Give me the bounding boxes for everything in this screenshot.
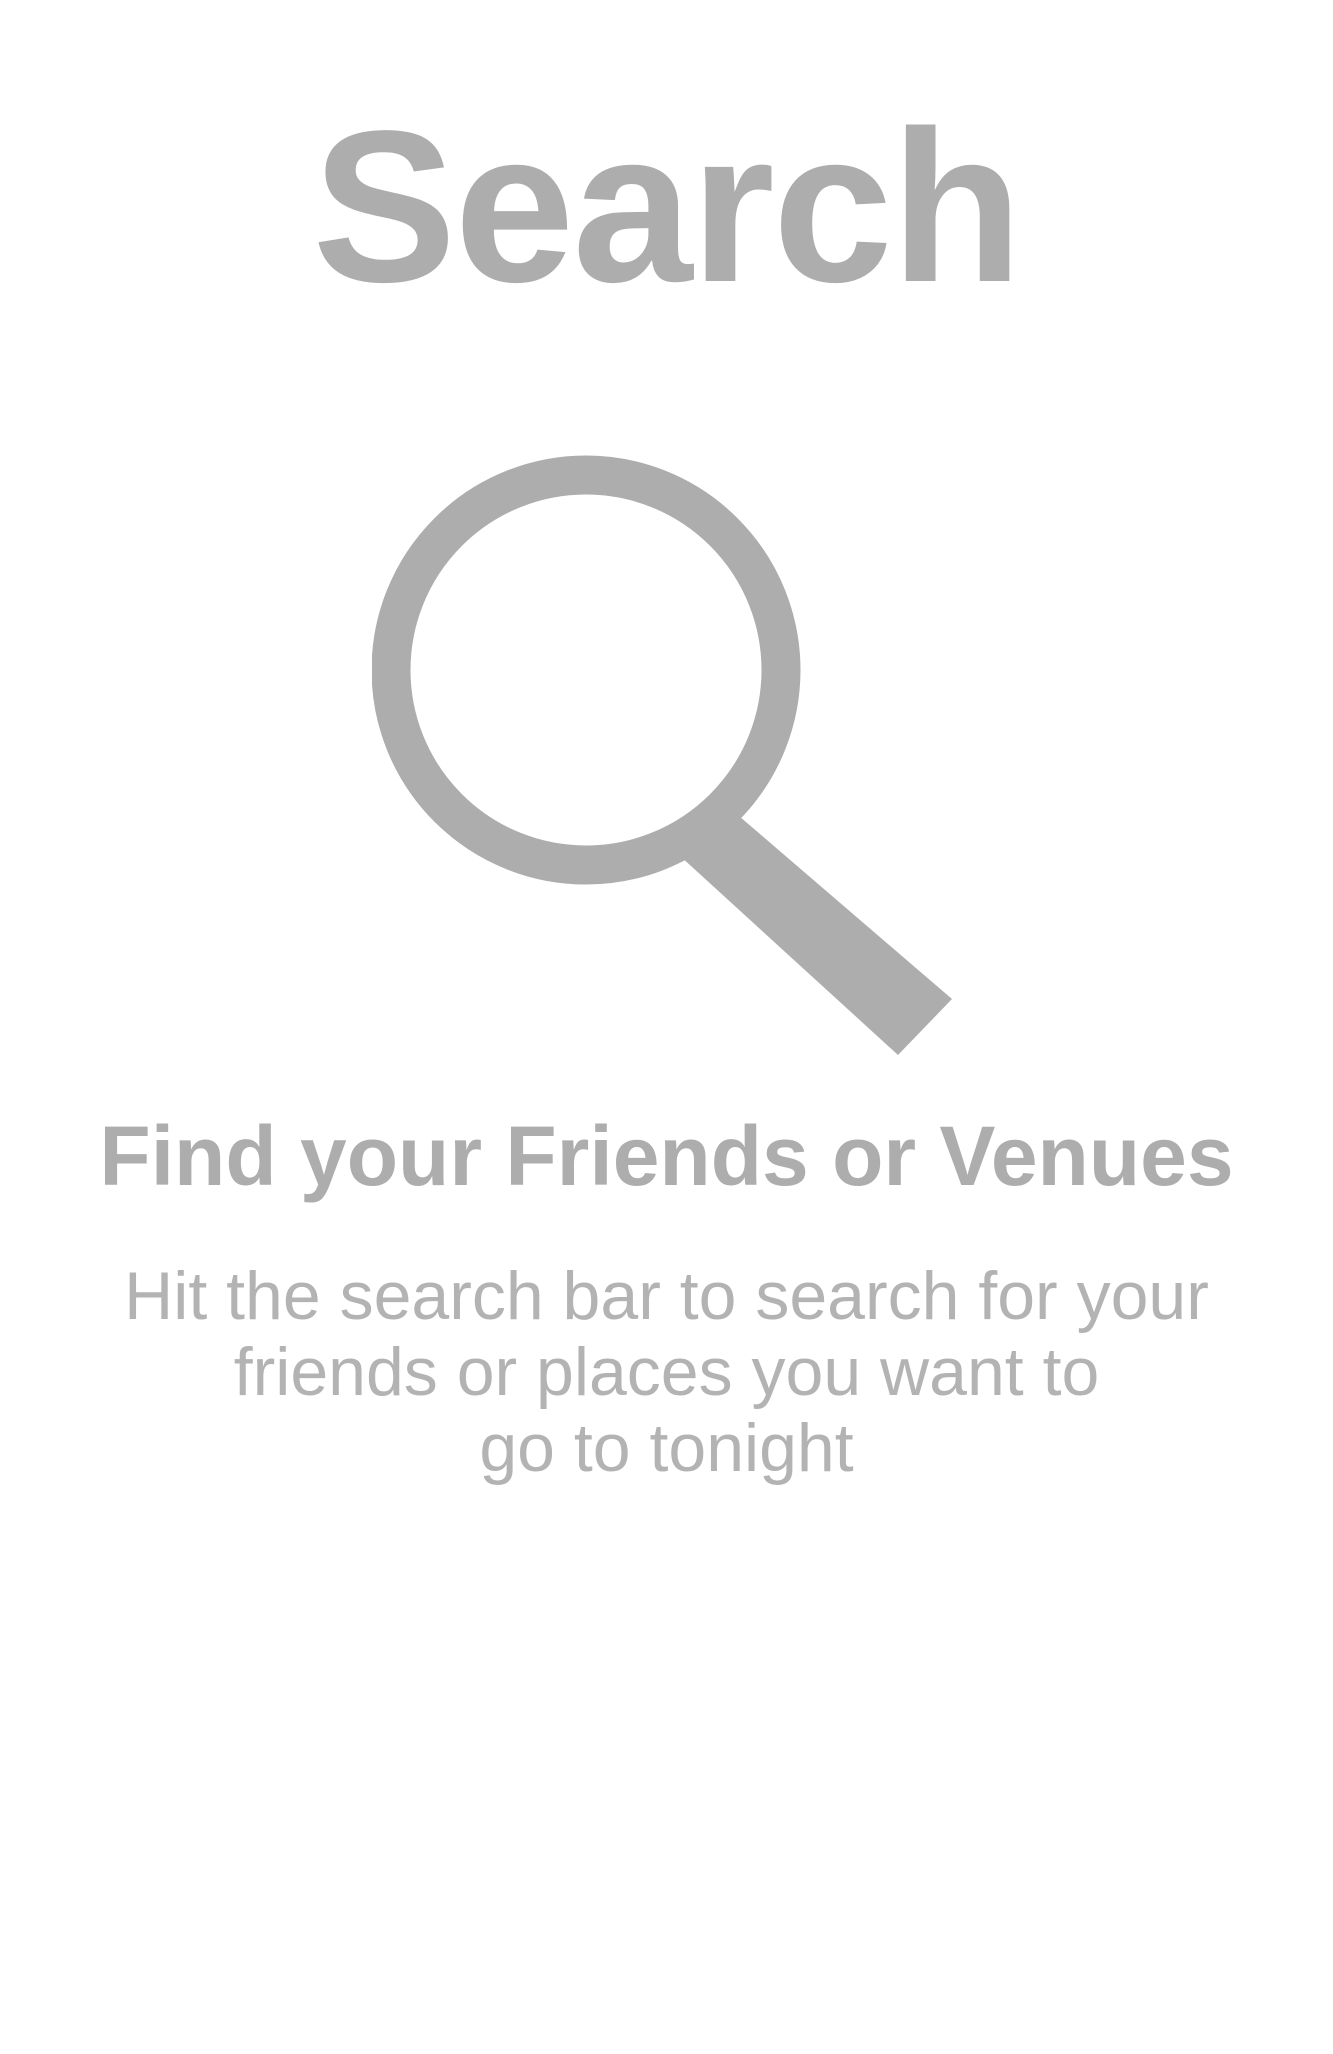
description-line: go to tonight bbox=[479, 1410, 854, 1486]
description-line: Hit the search bar to search for your bbox=[124, 1258, 1209, 1334]
empty-state-description: Hit the search bar to search for your fr… bbox=[60, 1258, 1273, 1486]
page-title: Search bbox=[312, 85, 1022, 327]
empty-state-heading: Find your Friends or Venues bbox=[99, 1109, 1234, 1203]
description-line: friends or places you want to bbox=[233, 1334, 1100, 1410]
magnifying-glass-icon bbox=[371, 455, 966, 1059]
